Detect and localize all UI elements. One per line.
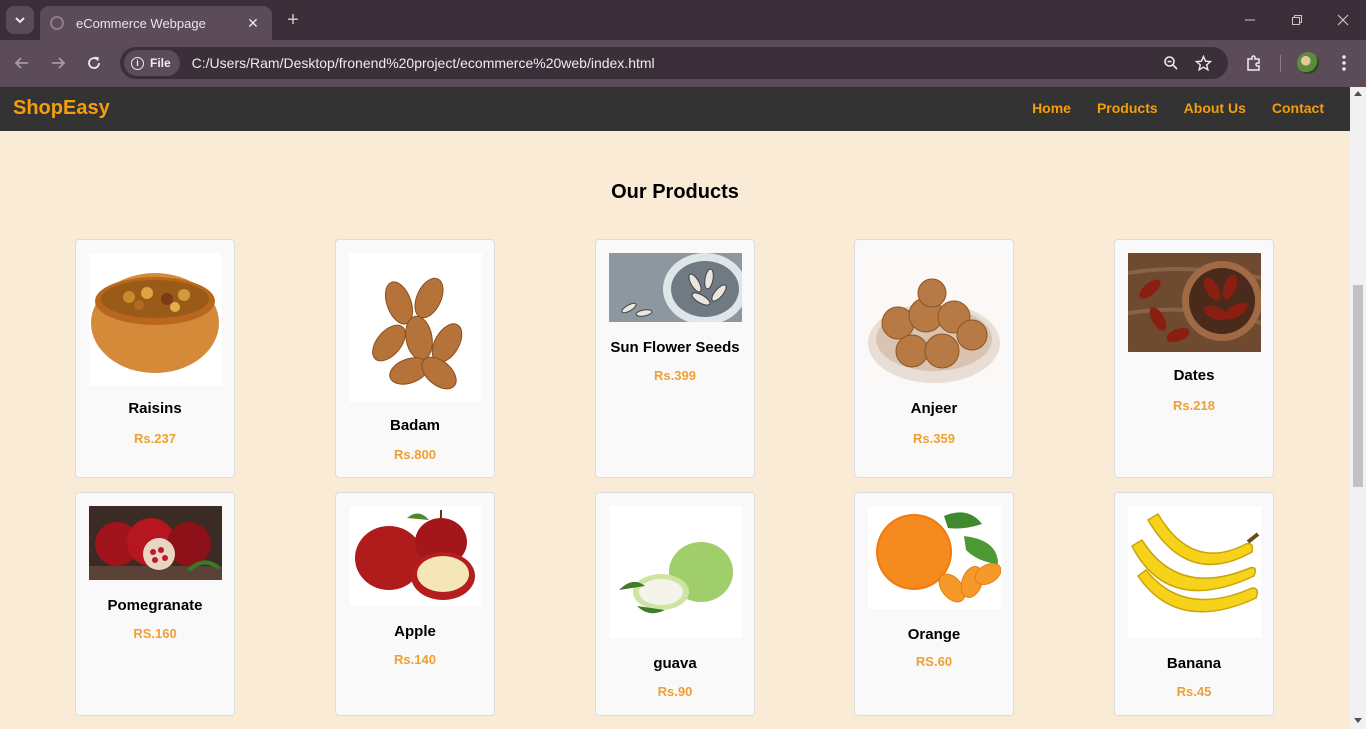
browser-tab[interactable]: eCommerce Webpage ✕ xyxy=(40,6,272,40)
product-card-apple[interactable]: Apple Rs.140 xyxy=(335,492,495,716)
site-info-chip[interactable]: i File xyxy=(124,50,180,76)
product-image-orange xyxy=(868,506,1001,609)
product-name: Raisins xyxy=(128,400,182,417)
site-navbar: ShopEasy Home Products About Us Contact xyxy=(0,87,1350,131)
product-price: Rs.800 xyxy=(394,447,436,462)
browser-menu-button[interactable] xyxy=(1334,53,1354,73)
product-price: Rs.218 xyxy=(1173,398,1215,413)
star-icon xyxy=(1194,54,1212,71)
nav-products-link[interactable]: Products xyxy=(1097,100,1158,116)
product-price: Rs.399 xyxy=(654,368,696,383)
nav-about-link[interactable]: About Us xyxy=(1184,100,1246,116)
page-scrollbar[interactable] xyxy=(1350,87,1366,729)
product-card-anjeer[interactable]: Anjeer Rs.359 xyxy=(854,239,1014,478)
zoom-icon xyxy=(1164,56,1178,70)
product-image-raisins xyxy=(89,253,222,386)
tab-search-button[interactable] xyxy=(6,6,34,34)
scroll-down-arrow-icon[interactable] xyxy=(1354,718,1362,723)
arrow-right-icon xyxy=(52,57,66,69)
nav-home-link[interactable]: Home xyxy=(1032,100,1071,116)
product-name: Banana xyxy=(1166,655,1222,672)
reload-icon xyxy=(88,56,100,69)
restore-icon xyxy=(1292,15,1302,25)
address-bar[interactable]: i File C:/Users/Ram/Desktop/fronend%20pr… xyxy=(120,47,1228,79)
restore-button[interactable] xyxy=(1287,10,1307,30)
product-name: Dates xyxy=(1173,367,1215,384)
product-image-banana xyxy=(1128,506,1261,638)
product-card-pomegranate[interactable]: Pomegranate RS.160 xyxy=(75,492,235,716)
product-name: Badam xyxy=(389,417,441,434)
product-image-apple xyxy=(349,506,482,606)
product-price: Rs.90 xyxy=(657,684,693,699)
scrollbar-thumb[interactable] xyxy=(1353,285,1363,487)
forward-button[interactable] xyxy=(47,52,69,74)
product-card-dates[interactable]: Dates Rs.218 xyxy=(1114,239,1274,478)
product-card-guava[interactable]: guava Rs.90 xyxy=(595,492,755,716)
url-text[interactable]: C:/Users/Ram/Desktop/fronend%20project/e… xyxy=(192,55,655,71)
brand-logo[interactable]: ShopEasy xyxy=(13,97,110,120)
browser-window: eCommerce Webpage ✕ + i File C:/Users/Ra… xyxy=(0,0,1366,729)
zoom-button[interactable] xyxy=(1162,54,1180,72)
tab-title: eCommerce Webpage xyxy=(76,15,206,31)
new-tab-button[interactable]: + xyxy=(282,9,304,31)
product-price: RS.60 xyxy=(915,654,953,669)
product-price: Rs.140 xyxy=(394,652,436,667)
product-image-guava xyxy=(609,506,742,638)
minimize-button[interactable] xyxy=(1240,10,1260,30)
toolbar-divider xyxy=(1280,55,1281,72)
product-image-dates xyxy=(1128,253,1261,352)
product-price: Rs.45 xyxy=(1176,684,1212,699)
product-name: Orange xyxy=(907,626,961,643)
product-price: RS.160 xyxy=(133,626,177,641)
close-tab-icon[interactable]: ✕ xyxy=(244,14,262,32)
product-card-raisins[interactable]: Raisins Rs.237 xyxy=(75,239,235,478)
page-viewport: ShopEasy Home Products About Us Contact … xyxy=(0,87,1366,729)
product-card-badam[interactable]: Badam Rs.800 xyxy=(335,239,495,478)
product-price: Rs.359 xyxy=(913,431,955,446)
product-card-orange[interactable]: Orange RS.60 xyxy=(854,492,1014,716)
product-image-sunflower xyxy=(609,253,742,322)
product-name: guava xyxy=(653,655,697,672)
product-image-pomegranate xyxy=(89,506,222,580)
product-name: Apple xyxy=(394,623,436,640)
info-icon: i xyxy=(131,56,144,70)
product-image-badam xyxy=(349,253,482,402)
back-button[interactable] xyxy=(11,52,33,74)
globe-icon xyxy=(50,16,64,30)
browser-toolbar: i File C:/Users/Ram/Desktop/fronend%20pr… xyxy=(0,40,1366,87)
scroll-up-arrow-icon[interactable] xyxy=(1354,91,1362,96)
product-price: Rs.237 xyxy=(134,431,176,446)
product-name: Pomegranate xyxy=(107,597,203,614)
reload-button[interactable] xyxy=(83,52,105,74)
product-card-banana[interactable]: Banana Rs.45 xyxy=(1114,492,1274,716)
bookmark-button[interactable] xyxy=(1194,54,1212,72)
file-label: File xyxy=(150,56,171,70)
product-name: Sun Flower Seeds xyxy=(610,339,740,356)
extensions-button[interactable] xyxy=(1244,53,1264,73)
product-name: Anjeer xyxy=(910,400,958,417)
kebab-menu-icon xyxy=(1342,55,1346,71)
close-window-button[interactable] xyxy=(1333,10,1353,30)
arrow-left-icon xyxy=(14,57,28,69)
chevron-down-icon xyxy=(15,17,25,24)
section-title: Our Products xyxy=(611,181,739,203)
puzzle-icon xyxy=(1247,55,1260,71)
product-card-sunflower[interactable]: Sun Flower Seeds Rs.399 xyxy=(595,239,755,478)
profile-avatar[interactable] xyxy=(1297,52,1319,74)
minimize-icon xyxy=(1245,19,1255,21)
nav-links: Home Products About Us Contact xyxy=(1032,100,1324,116)
product-image-anjeer xyxy=(868,253,1001,386)
tab-strip: eCommerce Webpage ✕ + xyxy=(0,0,1366,40)
close-icon xyxy=(1337,14,1349,26)
nav-contact-link[interactable]: Contact xyxy=(1272,100,1324,116)
